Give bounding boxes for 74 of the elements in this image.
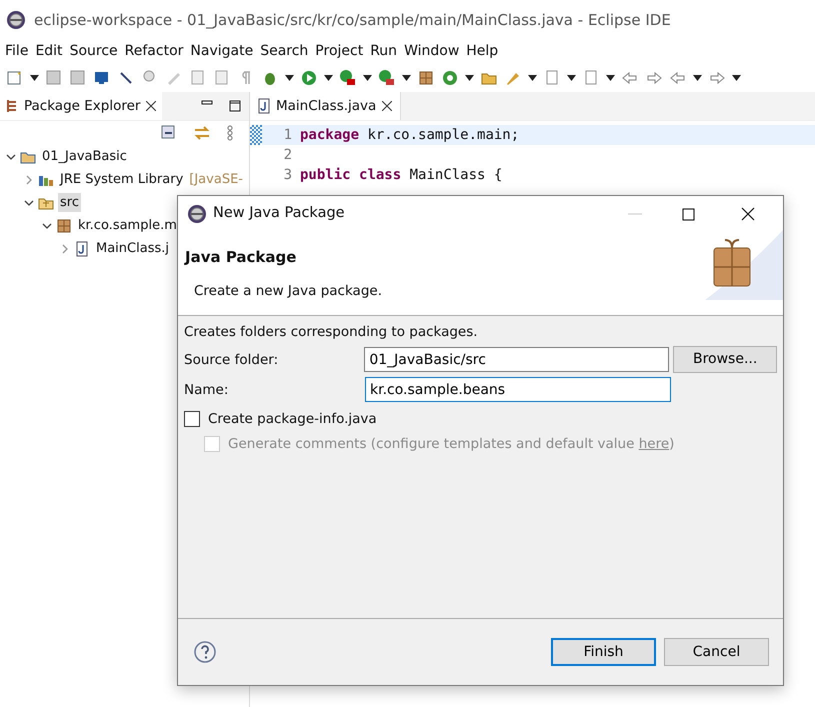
package-icon xyxy=(56,218,72,234)
left-arrow-icon[interactable] xyxy=(669,69,687,87)
window-title: eclipse-workspace - 01_JavaBasic/src/kr/co/sample/main/MainClass.java - Eclipse IDE xyxy=(34,10,671,31)
caret-icon[interactable] xyxy=(402,75,411,81)
collapse-all-icon[interactable] xyxy=(161,125,177,141)
menu-item[interactable]: File xyxy=(4,40,34,62)
close-icon[interactable] xyxy=(146,101,156,111)
wizard-description: Create a new Java package. xyxy=(194,282,383,300)
wizard-heading: Java Package xyxy=(185,247,298,268)
menu-item[interactable]: Edit xyxy=(34,40,69,62)
forward-icon[interactable] xyxy=(645,69,663,87)
group-description: Creates folders corresponding to packages. xyxy=(184,323,479,342)
close-icon[interactable] xyxy=(741,207,755,221)
menu-item[interactable]: Project xyxy=(314,40,370,62)
field-label: Source folder: xyxy=(184,350,280,370)
java-file-icon xyxy=(74,240,90,256)
monitor-icon[interactable] xyxy=(93,69,111,87)
tree-item[interactable]: kr.co.sample.m xyxy=(76,216,179,236)
menu-item[interactable]: Navigate xyxy=(189,40,260,62)
help-icon[interactable] xyxy=(194,641,216,663)
cancel-button[interactable]: Cancel xyxy=(664,638,769,666)
tree-item[interactable]: src xyxy=(58,192,81,212)
browse-button[interactable]: Browse... xyxy=(673,346,778,374)
checkbox[interactable] xyxy=(184,410,200,427)
tree-item-decoration: [JavaSE- xyxy=(189,170,243,189)
save-icon[interactable] xyxy=(45,69,63,87)
menu-item[interactable]: Source xyxy=(68,40,124,62)
checkbox-label: Create package-info.java xyxy=(208,410,377,429)
more-icon[interactable] xyxy=(227,125,233,141)
source-folder-field[interactable]: 01_JavaBasic/src xyxy=(364,347,670,372)
menu-item[interactable]: Run xyxy=(369,40,404,62)
dialog-title: New Java Package xyxy=(213,204,346,224)
menu-item[interactable]: Help xyxy=(465,40,504,62)
close-icon[interactable] xyxy=(382,101,392,111)
caret-icon[interactable] xyxy=(285,75,294,81)
app-logo-icon xyxy=(6,10,26,30)
line-number: 2 xyxy=(282,146,293,164)
tree-item[interactable]: MainClass.j xyxy=(94,238,171,258)
maximize-icon[interactable] xyxy=(682,208,695,220)
caret-icon[interactable] xyxy=(363,75,372,81)
line-number: 3 xyxy=(282,166,293,184)
maximize-icon[interactable] xyxy=(229,100,241,112)
caret-icon[interactable] xyxy=(528,75,537,81)
field-label: Name: xyxy=(184,380,230,400)
view-tab[interactable]: Package Explorer xyxy=(0,92,162,120)
finish-button[interactable]: Finish xyxy=(551,638,656,666)
save-all-icon[interactable] xyxy=(69,69,87,87)
caret-icon[interactable] xyxy=(30,75,39,81)
caret-icon[interactable] xyxy=(732,75,741,81)
menu-item[interactable]: Search xyxy=(259,40,314,62)
back-icon[interactable] xyxy=(621,69,639,87)
caret-icon[interactable] xyxy=(324,75,333,81)
caret-icon[interactable] xyxy=(567,75,576,81)
caret-icon[interactable] xyxy=(465,75,474,81)
tree-icon xyxy=(6,99,18,113)
tree-item[interactable]: 01_JavaBasic xyxy=(40,146,129,166)
code-line: public class MainClass { xyxy=(300,166,502,184)
caret-icon[interactable] xyxy=(693,75,702,81)
menu-item[interactable]: Window xyxy=(403,40,466,62)
line-number: 1 xyxy=(282,126,293,144)
java-file-icon xyxy=(258,98,270,114)
checkbox-label: Generate comments (configure templates and default value here) xyxy=(228,434,674,454)
editor-tab[interactable]: MainClass.java xyxy=(250,92,402,120)
app-logo-icon xyxy=(187,204,207,224)
new-icon[interactable] xyxy=(6,69,24,87)
right-arrow-icon[interactable] xyxy=(708,69,726,87)
menu-item[interactable]: Refactor xyxy=(124,40,190,62)
link-icon[interactable] xyxy=(193,125,211,141)
code-line: package kr.co.sample.main; xyxy=(300,126,520,144)
package-icon[interactable] xyxy=(417,69,435,87)
tree-item[interactable]: JRE System Library xyxy=(58,170,186,190)
name-field[interactable]: kr.co.sample.beans xyxy=(365,377,671,402)
caret-icon[interactable] xyxy=(606,75,615,81)
run-icon[interactable] xyxy=(300,69,318,87)
